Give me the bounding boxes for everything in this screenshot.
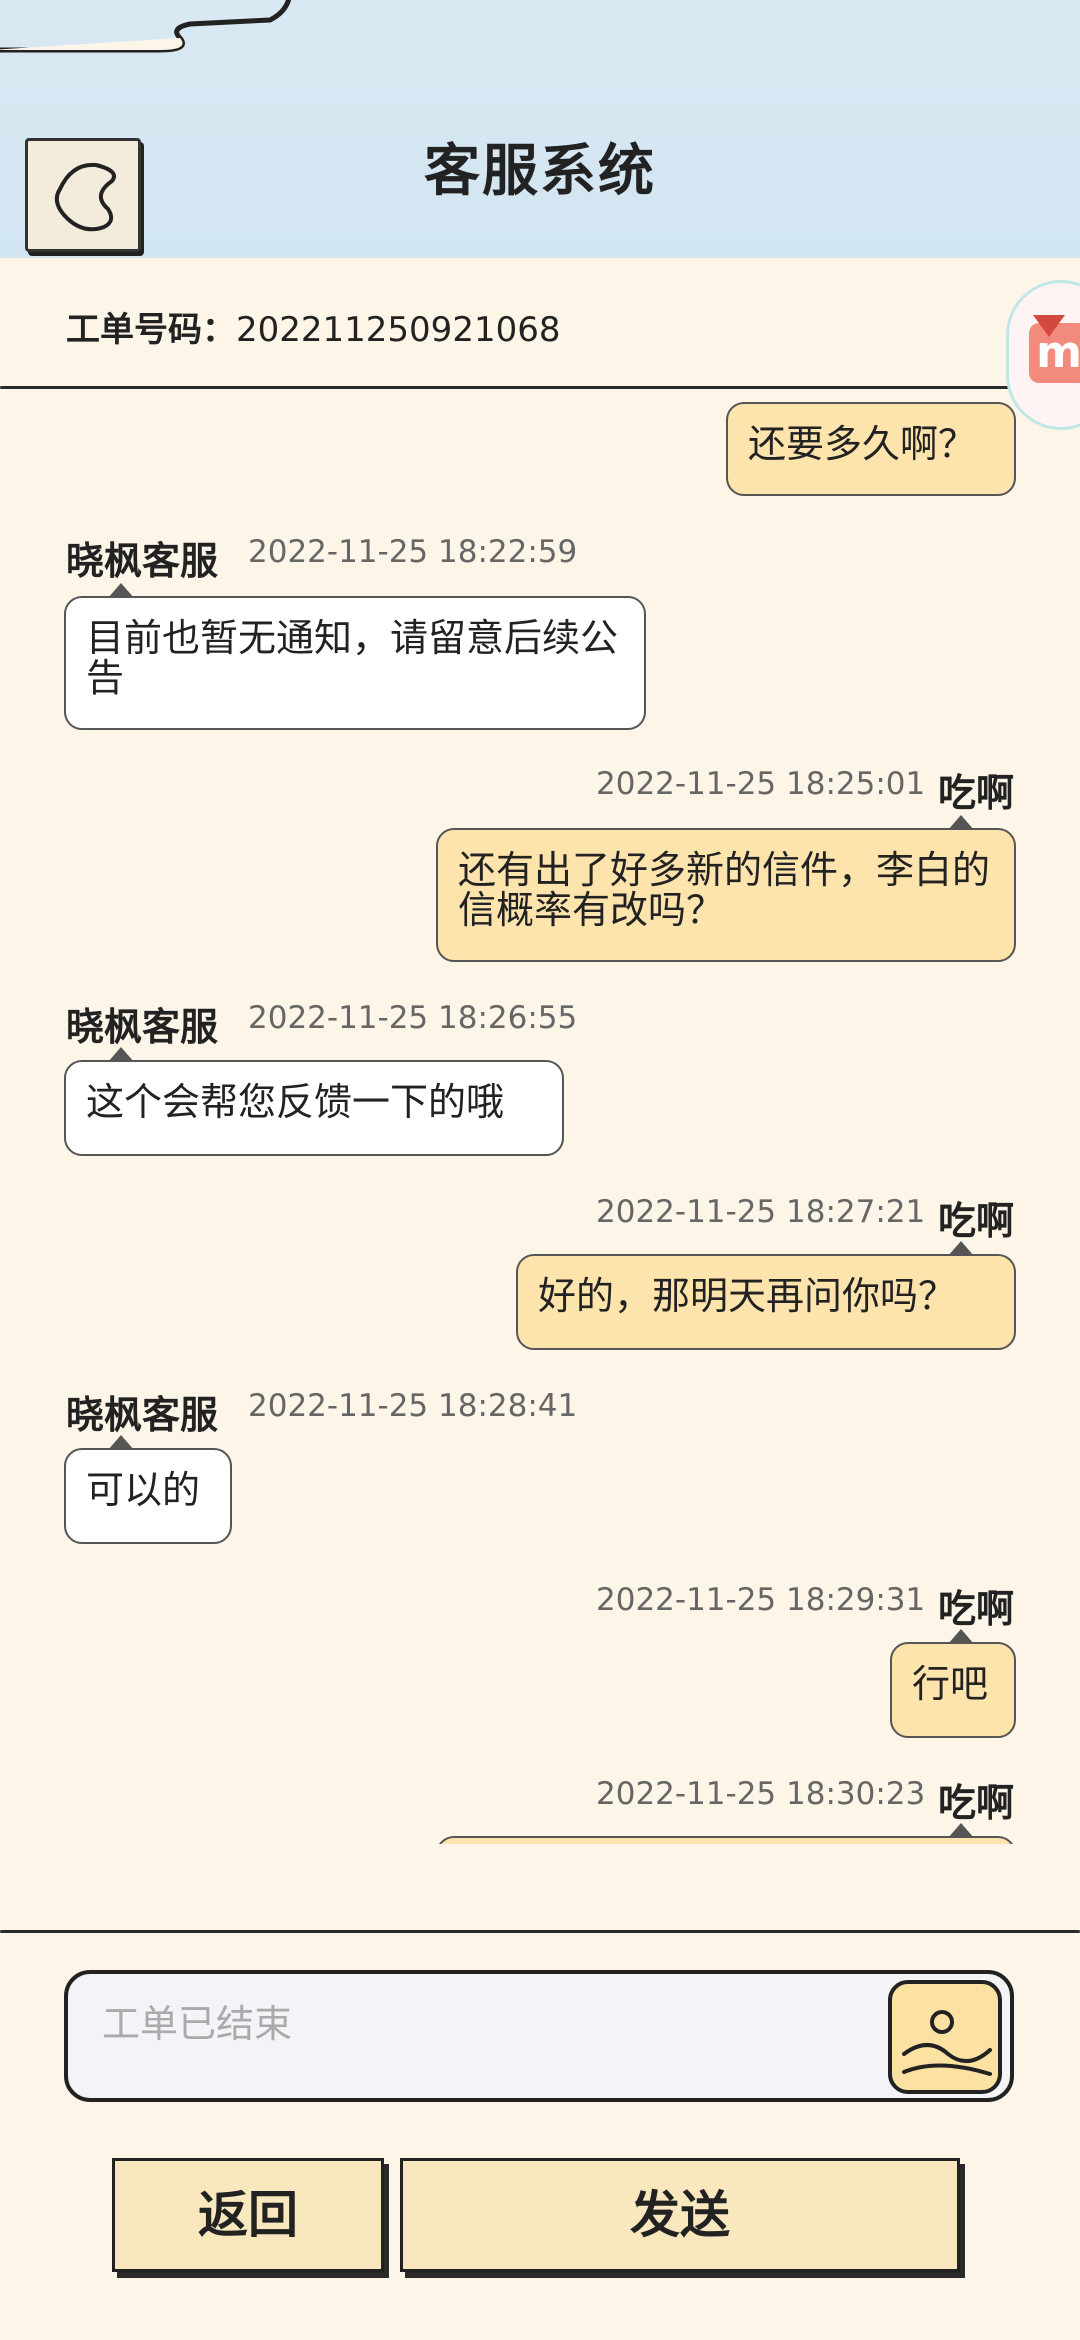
floating-app-marker [1033,315,1065,337]
message-bubble-received: 目前也暂无通知，请留意后续公告 [64,583,646,730]
message-bubble-received: 这个会帮您反馈一下的哦 [64,1047,564,1156]
message-text: 可以的 [86,1468,201,1512]
message-bubble-sent [436,1823,1016,1844]
image-upload-button[interactable] [888,1980,1002,2094]
message-text: 目前也暂无通知，请留意后续公告 [86,616,619,700]
message-timestamp: 2022-11-25 18:25:01 [596,766,926,802]
message-timestamp: 2022-11-25 18:22:59 [248,534,578,570]
message-bubble-sent: 还有出了好多新的信件，李白的信概率有改吗？ [436,815,1016,962]
image-upload-icon [902,2010,992,2076]
ticket-label: 工单号码： [66,310,236,350]
message-input-container [64,1970,1014,2102]
sender-name: 晓枫客服 [66,539,219,583]
cloud-decoration-icon [0,0,292,53]
ticket-value: 202211250921068 [236,310,561,350]
message-text: 这个会帮您反馈一下的哦 [86,1080,505,1124]
sender-name: 吃啊 [938,1587,1015,1631]
message-text: 还要多久啊？ [748,422,977,466]
sender-name: 晓枫客服 [66,1393,219,1437]
sender-name: 吃啊 [938,1781,1015,1825]
sender-name: 晓枫客服 [66,1005,219,1049]
message-input[interactable] [102,1994,902,2054]
bottom-divider [0,1930,1080,1933]
message-bubble-sent: 还要多久啊？ [726,402,1016,496]
send-button[interactable]: 发送 [400,2158,960,2272]
message-timestamp: 2022-11-25 18:26:55 [248,1000,578,1036]
top-divider [0,386,1080,389]
message-timestamp: 2022-11-25 18:30:23 [596,1776,926,1812]
message-bubble-received: 可以的 [64,1435,232,1544]
message-timestamp: 2022-11-25 18:27:21 [596,1194,926,1230]
message-text: 好的，那明天再问你吗？ [538,1274,957,1318]
ticket-number: 工单号码：202211250921068 [66,302,560,351]
sender-name: 吃啊 [938,771,1015,815]
message-timestamp: 2022-11-25 18:28:41 [248,1388,578,1424]
page-title: 客服系统 [424,139,656,204]
chat-area[interactable]: 还要多久啊？ 晓枫客服 2022-11-25 18:22:59 目前也暂无通知，… [0,392,1080,1844]
message-text: 行吧 [912,1662,989,1706]
back-button[interactable]: 返回 [112,2158,384,2272]
message-timestamp: 2022-11-25 18:29:31 [596,1582,926,1618]
header: 客服系统 [0,0,1080,258]
message-text: 还有出了好多新的信件，李白的信概率有改吗？ [458,848,991,932]
message-bubble-sent: 行吧 [890,1629,1016,1738]
sender-name: 吃啊 [938,1199,1015,1243]
message-bubble-sent: 好的，那明天再问你吗？ [516,1241,1016,1350]
